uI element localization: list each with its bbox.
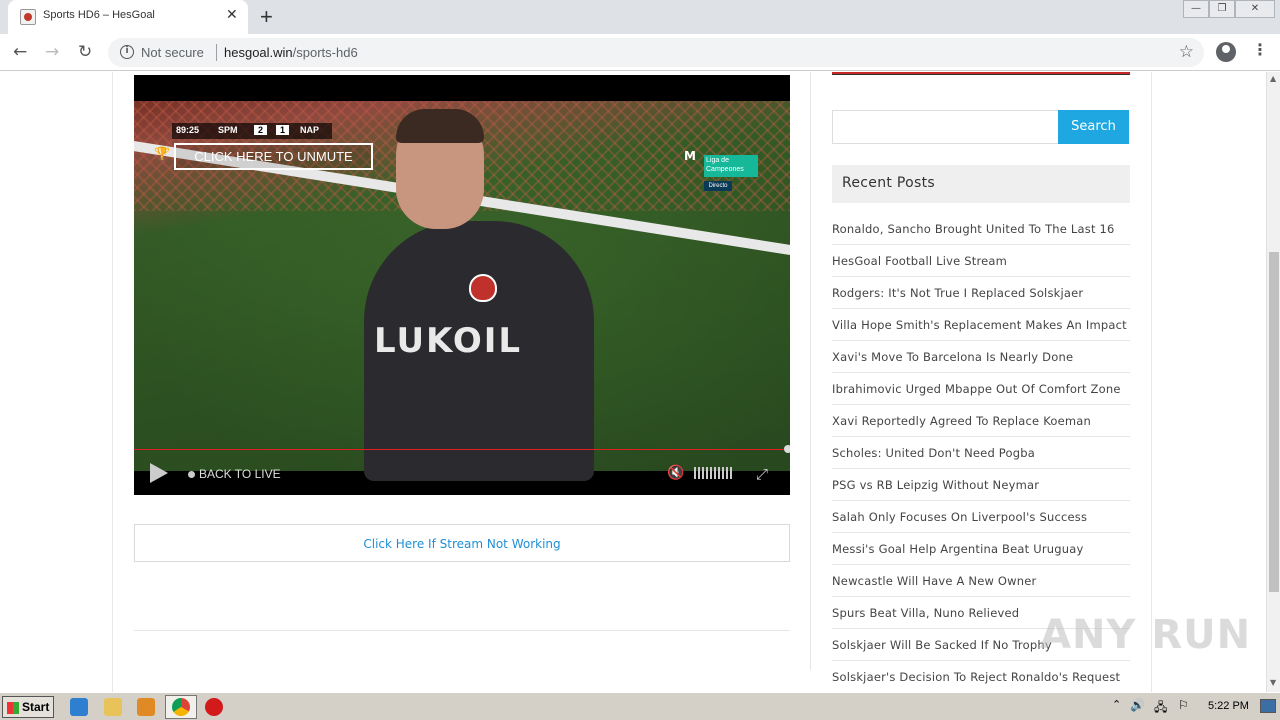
show-desktop-icon[interactable] bbox=[1260, 699, 1276, 713]
club-crest-icon bbox=[469, 274, 497, 302]
url-text[interactable]: hesgoal.win/sports-hd6 bbox=[224, 45, 358, 60]
back-to-live-label: BACK TO LIVE bbox=[199, 467, 281, 481]
footballer-hair bbox=[396, 109, 484, 143]
volume-slider[interactable] bbox=[694, 467, 732, 479]
recent-post-link[interactable]: Solskjaer's Decision To Reject Ronaldo's… bbox=[832, 661, 1130, 692]
sidebar-banner-edge bbox=[832, 72, 1130, 75]
recent-post-link[interactable]: Villa Hope Smith's Replacement Makes An … bbox=[832, 309, 1130, 341]
anyrun-watermark: ANY RUN bbox=[1040, 612, 1252, 658]
file-explorer-icon[interactable] bbox=[104, 698, 122, 716]
tab-close-icon[interactable]: ✕ bbox=[226, 7, 238, 23]
search-input[interactable] bbox=[832, 110, 1059, 144]
recent-post-link[interactable]: Xavi's Move To Barcelona Is Nearly Done bbox=[832, 341, 1130, 373]
player-controls: BACK TO LIVE 🔇 ⤢ bbox=[134, 455, 790, 495]
close-window-button[interactable]: ✕ bbox=[1235, 0, 1275, 18]
restore-button[interactable]: ❐ bbox=[1209, 0, 1235, 18]
site-favicon-icon bbox=[20, 9, 36, 25]
broadcaster-box: Liga de Campeones bbox=[704, 155, 758, 177]
content-divider bbox=[134, 630, 790, 631]
scroll-down-arrow-icon[interactable]: ▼ bbox=[1270, 678, 1276, 687]
start-button[interactable]: Start bbox=[2, 696, 54, 718]
recent-post-link[interactable]: Ronaldo, Sancho Brought United To The La… bbox=[832, 213, 1130, 245]
windows-flag-icon bbox=[7, 701, 19, 714]
info-icon[interactable]: i bbox=[120, 45, 134, 59]
new-tab-icon[interactable]: + bbox=[260, 4, 273, 30]
reload-icon[interactable]: ↻ bbox=[78, 42, 92, 62]
forward-arrow-icon[interactable]: → bbox=[45, 42, 59, 62]
search-button[interactable]: Search bbox=[1058, 110, 1129, 144]
recent-post-link[interactable]: Xavi Reportedly Agreed To Replace Koeman bbox=[832, 405, 1130, 437]
recent-post-link[interactable]: PSG vs RB Leipzig Without Neymar bbox=[832, 469, 1130, 501]
stream-help-box: Click Here If Stream Not Working bbox=[134, 524, 790, 562]
fullscreen-icon[interactable]: ⤢ bbox=[756, 465, 768, 483]
recent-post-link[interactable]: Ibrahimovic Urged Mbappe Out Of Comfort … bbox=[832, 373, 1130, 405]
recent-post-link[interactable]: Rodgers: It's Not True I Replaced Solskj… bbox=[832, 277, 1130, 309]
broadcaster-logo-icon: M bbox=[684, 149, 696, 163]
tab-title: Sports HD6 – HesGoal bbox=[43, 9, 155, 21]
stream-not-working-link[interactable]: Click Here If Stream Not Working bbox=[363, 537, 560, 551]
bookmark-star-icon[interactable]: ☆ bbox=[1179, 42, 1194, 62]
away-score: 1 bbox=[276, 125, 290, 135]
recent-post-link[interactable]: Messi's Goal Help Argentina Beat Uruguay bbox=[832, 533, 1130, 565]
tray-expand-icon[interactable]: ⌃ bbox=[1112, 698, 1121, 711]
volume-tray-icon[interactable]: 🔊 bbox=[1130, 698, 1145, 712]
start-label: Start bbox=[22, 700, 50, 714]
live-dot-icon bbox=[188, 471, 195, 479]
mute-icon[interactable]: 🔇 bbox=[667, 465, 684, 481]
security-label[interactable]: Not secure bbox=[141, 45, 204, 60]
taskbar-clock[interactable]: 5:22 PM bbox=[1208, 700, 1249, 712]
browser-toolbar: ← → ↻ i Not secure hesgoal.win/sports-hd… bbox=[0, 34, 1280, 71]
trophy-icon: 🏆 bbox=[154, 147, 171, 162]
media-player-icon[interactable] bbox=[137, 698, 155, 716]
action-center-flag-icon[interactable]: ⚐ bbox=[1178, 698, 1189, 712]
recent-posts-header: Recent Posts bbox=[832, 165, 1130, 203]
url-host: hesgoal.win bbox=[224, 45, 293, 60]
network-tray-icon[interactable]: 🖧 bbox=[1154, 698, 1167, 719]
progress-knob[interactable] bbox=[784, 445, 790, 453]
browser-menu-icon[interactable]: ⋮ bbox=[1252, 40, 1268, 59]
opera-icon[interactable] bbox=[205, 698, 223, 716]
browser-tab-strip: Sports HD6 – HesGoal ✕ + — ❐ ✕ bbox=[0, 0, 1280, 34]
match-time: 89:25 bbox=[176, 125, 200, 135]
profile-avatar-icon[interactable] bbox=[1216, 42, 1236, 62]
windows-taskbar: Start ⌃ 🔊 🖧 ⚐ 5:22 PM bbox=[0, 692, 1280, 720]
broadcaster-live-badge: Directo bbox=[704, 181, 732, 191]
progress-bar[interactable] bbox=[134, 449, 790, 450]
page-scrollbar[interactable]: ▲ ▼ bbox=[1266, 72, 1280, 692]
recent-posts-title: Recent Posts bbox=[842, 175, 936, 191]
recent-post-link[interactable]: HesGoal Football Live Stream bbox=[832, 245, 1130, 277]
url-path: /sports-hd6 bbox=[292, 45, 358, 60]
minimize-button[interactable]: — bbox=[1183, 0, 1209, 18]
browser-tab[interactable]: Sports HD6 – HesGoal ✕ bbox=[8, 0, 248, 34]
play-icon[interactable] bbox=[150, 463, 168, 483]
shirt-sponsor: LUKOIL bbox=[374, 321, 523, 361]
scrollbar-thumb[interactable] bbox=[1269, 252, 1279, 592]
internet-explorer-icon[interactable] bbox=[70, 698, 88, 716]
recent-post-link[interactable]: Salah Only Focuses On Liverpool's Succes… bbox=[832, 501, 1130, 533]
system-tray: ⌃ 🔊 🖧 ⚐ bbox=[1108, 696, 1278, 718]
address-bar[interactable]: i Not secure hesgoal.win/sports-hd6 ☆ bbox=[108, 38, 1204, 67]
container-border-left bbox=[112, 72, 113, 692]
home-score: 2 bbox=[254, 125, 268, 135]
away-team: NAP bbox=[300, 125, 320, 135]
chrome-icon bbox=[172, 698, 190, 716]
home-team: SPM bbox=[218, 125, 238, 135]
back-arrow-icon[interactable]: ← bbox=[13, 42, 27, 62]
unmute-button[interactable]: CLICK HERE TO UNMUTE bbox=[174, 143, 373, 170]
recent-post-link[interactable]: Newcastle Will Have A New Owner bbox=[832, 565, 1130, 597]
scroll-up-arrow-icon[interactable]: ▲ bbox=[1270, 74, 1276, 83]
recent-post-link[interactable]: Scholes: United Don't Need Pogba bbox=[832, 437, 1130, 469]
chrome-taskbar-button[interactable] bbox=[165, 695, 197, 719]
container-border-right bbox=[1151, 72, 1152, 692]
video-frame[interactable]: LUKOIL 🏆 89:25 SPM 2 1 NAP CLICK HERE TO… bbox=[134, 101, 790, 481]
scorebug: 89:25 SPM 2 1 NAP bbox=[172, 123, 332, 139]
page-viewport: LUKOIL 🏆 89:25 SPM 2 1 NAP CLICK HERE TO… bbox=[0, 72, 1266, 692]
back-to-live-button[interactable]: BACK TO LIVE bbox=[188, 467, 281, 481]
video-player[interactable]: LUKOIL 🏆 89:25 SPM 2 1 NAP CLICK HERE TO… bbox=[134, 75, 790, 495]
column-divider bbox=[810, 72, 811, 670]
omnibox-separator bbox=[216, 44, 217, 61]
